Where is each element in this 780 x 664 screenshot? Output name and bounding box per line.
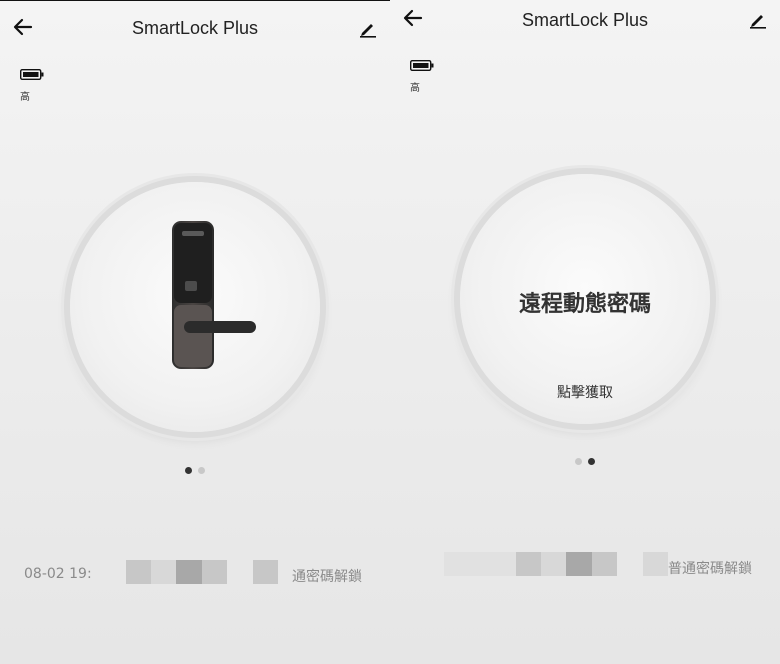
page-title: SmartLock Plus xyxy=(131,18,259,38)
battery-icon xyxy=(20,69,44,80)
blurred-region xyxy=(151,560,176,584)
edit-icon[interactable] xyxy=(358,18,378,38)
lock-screen-page-2: SmartLock Plus 高 遠程動態密碼 點擊獲取 普通密碼解鎖 xyxy=(390,0,780,664)
blurred-region xyxy=(444,552,516,576)
page-dot-1[interactable] xyxy=(185,467,192,474)
smart-lock-illustration xyxy=(172,221,256,369)
blurred-region xyxy=(253,560,278,584)
page-dot-2[interactable] xyxy=(588,458,595,465)
log-time: 08-02 19: xyxy=(24,566,92,582)
blurred-region xyxy=(566,552,592,576)
page-indicator xyxy=(185,467,205,474)
page-indicator xyxy=(575,458,595,465)
battery-level-label: 高 xyxy=(20,92,30,103)
battery-icon xyxy=(410,60,434,71)
remote-password-title: 遠程動態密碼 xyxy=(518,292,651,317)
log-text: 普通密碼解鎖 xyxy=(668,561,752,577)
lock-dial[interactable] xyxy=(70,182,320,432)
blurred-region xyxy=(126,560,151,584)
page-dot-2[interactable] xyxy=(198,467,205,474)
remote-password-dial[interactable]: 遠程動態密碼 點擊獲取 xyxy=(460,174,710,424)
tap-to-get-button[interactable]: 點擊獲取 xyxy=(460,382,710,402)
top-divider xyxy=(0,0,390,1)
battery-level-label: 高 xyxy=(410,83,420,94)
unlock-log-row: 普通密碼解鎖 xyxy=(390,552,780,582)
blurred-region xyxy=(202,560,227,584)
page-title: SmartLock Plus xyxy=(521,10,649,30)
blurred-region xyxy=(592,552,617,576)
log-text: 通密碼解鎖 xyxy=(292,569,362,585)
edit-icon[interactable] xyxy=(748,9,768,29)
lock-screen-page-1: SmartLock Plus 高 08-02 19: 通密碼解鎖 xyxy=(0,0,390,664)
blurred-region xyxy=(643,552,668,576)
blurred-region xyxy=(541,552,566,576)
blurred-region xyxy=(176,560,202,584)
page-dot-1[interactable] xyxy=(575,458,582,465)
unlock-log-row: 08-02 19: 通密碼解鎖 xyxy=(0,560,390,590)
blurred-region xyxy=(516,552,541,576)
